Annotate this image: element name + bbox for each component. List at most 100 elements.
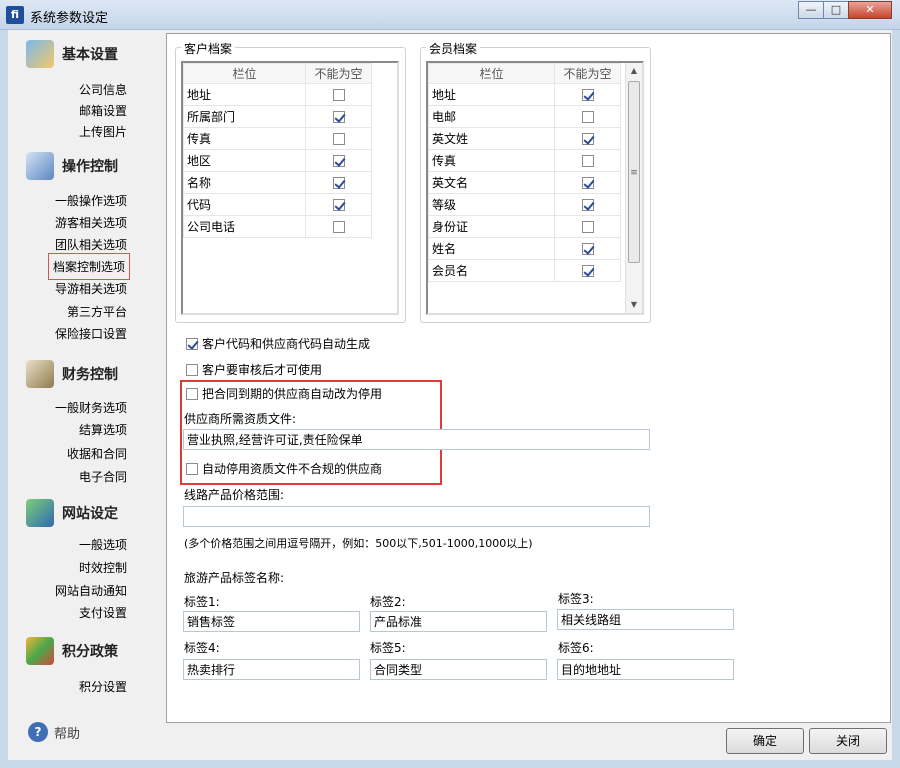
required-checkbox[interactable] [581,155,594,167]
require-review-option[interactable]: 客户要审核后才可使用 [186,361,322,378]
table-row[interactable]: 名称 [183,171,372,194]
field-name-cell: 英文名 [428,171,555,194]
required-checkbox[interactable] [332,155,345,167]
sidebar-item-archive-control[interactable]: 档案控制选项 [47,253,131,280]
sidebar-item-tourist-options[interactable]: 游客相关选项 [55,214,127,231]
tag4-input[interactable] [183,659,360,680]
sidebar-item-auto-notify[interactable]: 网站自动通知 [55,582,127,599]
required-checkbox[interactable] [581,265,594,277]
table-row[interactable]: 公司电话 [183,215,372,238]
section-basic-settings[interactable]: 基本设置 [26,40,118,68]
table-row[interactable]: 所属部门 [183,105,372,128]
close-window-button[interactable]: ✕ [848,1,892,19]
sidebar-item-group-options[interactable]: 团队相关选项 [55,236,127,253]
price-range-input[interactable] [183,506,650,527]
scroll-thumb[interactable]: ≡ [628,81,640,263]
required-checkbox[interactable] [581,133,594,145]
section-label: 操作控制 [62,159,118,175]
maximize-button[interactable]: □ [823,1,849,19]
table-row[interactable]: 英文名 [428,171,621,194]
required-checkbox[interactable] [581,111,594,123]
auto-disable-expired-option[interactable]: 把合同到期的供应商自动改为停用 [186,385,382,402]
sidebar-item-e-contract[interactable]: 电子合同 [79,468,127,485]
tag6-input[interactable] [557,659,734,680]
required-cell [305,83,372,106]
ok-button[interactable]: 确定 [726,728,804,754]
table-row[interactable]: 电邮 [428,105,621,128]
tag3-input[interactable] [557,609,734,630]
col-required-header: 不能为空 [305,63,372,84]
sidebar-item-general-finance[interactable]: 一般财务选项 [55,399,127,416]
sidebar-item-third-party[interactable]: 第三方平台 [67,303,127,320]
option-label: 把合同到期的供应商自动改为停用 [202,387,383,401]
qualification-input[interactable] [183,429,650,450]
auto-code-option[interactable]: 客户代码和供应商代码自动生成 [186,335,370,352]
auto-disable-noncompliant-option[interactable]: 自动停用资质文件不合规的供应商 [186,460,382,477]
member-fields-grid[interactable]: 栏位 不能为空 地址 电邮 英文姓 传真 英文名 等级 身份证 姓名 会员名 ▲ ≡ ▼ [426,61,644,315]
customer-fields-table: 栏位 不能为空 地址 所属部门 传真 地区 名称 代码 公司电话 [183,63,372,238]
sidebar-item-points-settings[interactable]: 积分设置 [79,678,127,695]
member-grid-scrollbar[interactable]: ▲ ≡ ▼ [625,63,642,313]
required-checkbox[interactable] [332,133,345,145]
auto-code-checkbox[interactable] [186,337,198,350]
required-checkbox[interactable] [581,221,594,233]
section-finance-control[interactable]: 财务控制 [26,360,118,388]
help-link[interactable]: ? 帮助 [28,722,80,742]
tag1-input[interactable] [183,611,360,632]
box-icon [26,40,54,68]
required-checkbox[interactable] [581,89,594,101]
table-row[interactable]: 代码 [183,193,372,216]
sidebar-item-settlement[interactable]: 结算选项 [79,421,127,438]
auto-disable-expired-checkbox[interactable] [186,387,198,400]
field-name-cell: 身份证 [428,215,555,238]
table-row[interactable]: 姓名 [428,237,621,260]
required-checkbox[interactable] [332,89,345,101]
table-row[interactable]: 身份证 [428,215,621,238]
field-name-cell: 会员名 [428,259,555,282]
table-row[interactable]: 英文姓 [428,127,621,150]
section-label: 财务控制 [62,367,118,383]
sidebar-item-upload-image[interactable]: 上传图片 [79,123,127,140]
require-review-checkbox[interactable] [186,363,198,376]
tag4-label: 标签4: [184,641,220,655]
close-button[interactable]: 关闭 [809,728,887,754]
sidebar-item-mail-settings[interactable]: 邮箱设置 [79,102,127,119]
auto-disable-noncompliant-checkbox[interactable] [186,462,198,475]
sidebar-item-guide-options[interactable]: 导游相关选项 [55,280,127,297]
settings-panel: 客户档案 栏位 不能为空 地址 所属部门 传真 地区 名称 代码 公司电话 会员档案 [166,33,891,723]
required-checkbox[interactable] [332,199,345,211]
table-row[interactable]: 地址 [428,83,621,106]
group-title: 客户档案 [181,40,236,57]
table-row[interactable]: 地址 [183,83,372,106]
minimize-button[interactable]: — [798,1,824,19]
field-name-cell: 地址 [428,83,555,106]
table-row[interactable]: 传真 [183,127,372,150]
sidebar-item-general[interactable]: 一般选项 [79,536,127,553]
required-checkbox[interactable] [581,177,594,189]
scroll-down-icon[interactable]: ▼ [626,297,642,313]
customer-fields-grid[interactable]: 栏位 不能为空 地址 所属部门 传真 地区 名称 代码 公司电话 [181,61,399,315]
sidebar-item-general-operation[interactable]: 一般操作选项 [55,192,127,209]
sidebar-item-insurance-api[interactable]: 保险接口设置 [55,325,127,342]
required-checkbox[interactable] [332,111,345,123]
table-row[interactable]: 传真 [428,149,621,172]
table-row[interactable]: 等级 [428,193,621,216]
required-checkbox[interactable] [332,221,345,233]
sidebar-item-time-control[interactable]: 时效控制 [79,559,127,576]
required-checkbox[interactable] [332,177,345,189]
tag5-input[interactable] [370,659,547,680]
sidebar: 基本设置 公司信息 邮箱设置 上传图片 操作控制 一般操作选项 游客相关选项 团… [8,30,158,760]
table-row[interactable]: 地区 [183,149,372,172]
section-website-settings[interactable]: 网站设定 [26,499,118,527]
sidebar-item-company-info[interactable]: 公司信息 [79,81,127,98]
tag2-input[interactable] [370,611,547,632]
scroll-up-icon[interactable]: ▲ [626,63,642,79]
section-operation-control[interactable]: 操作控制 [26,152,118,180]
section-points-policy[interactable]: 积分政策 [26,637,118,665]
required-checkbox[interactable] [581,199,594,211]
table-row[interactable]: 会员名 [428,259,621,282]
required-cell [554,127,621,150]
required-checkbox[interactable] [581,243,594,255]
sidebar-item-receipt-contract[interactable]: 收据和合同 [67,445,127,462]
sidebar-item-payment[interactable]: 支付设置 [79,604,127,621]
